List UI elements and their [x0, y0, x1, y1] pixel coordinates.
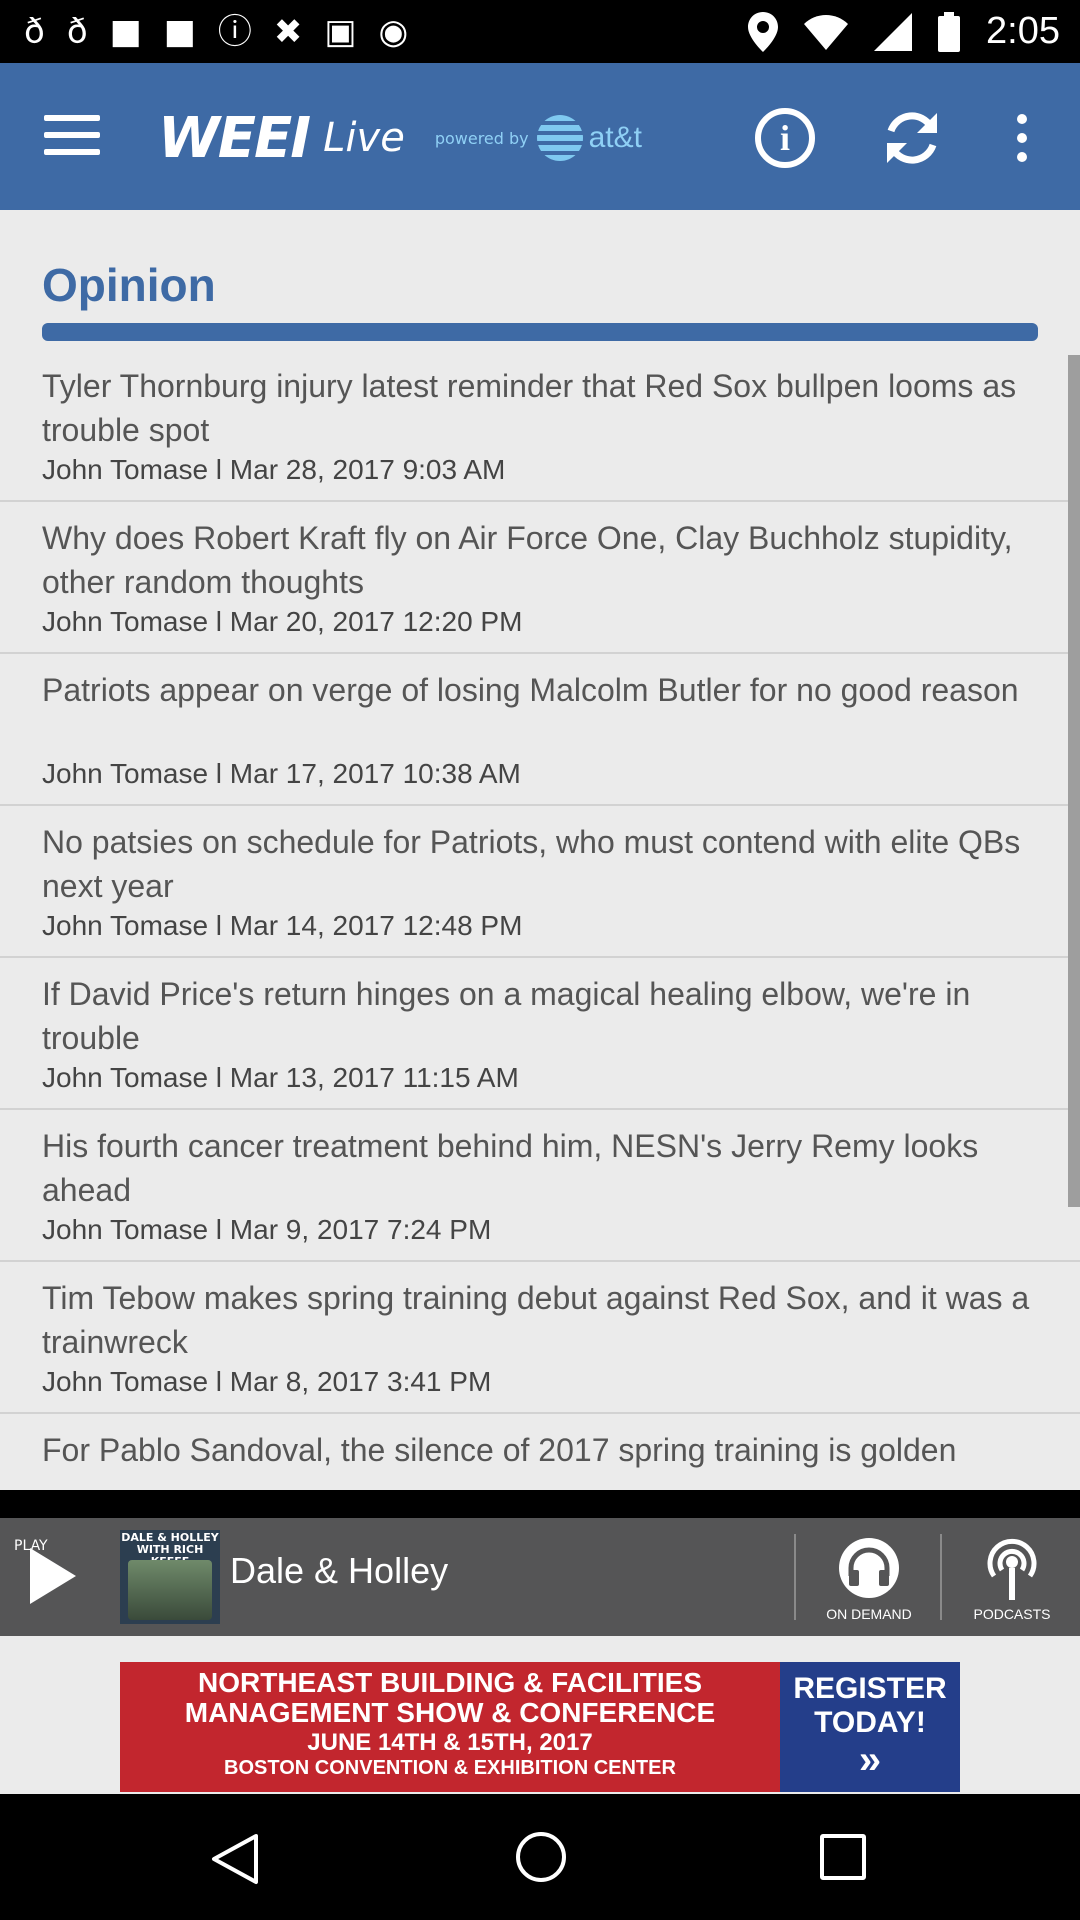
article-title: His fourth cancer treatment behind him, … — [42, 1128, 979, 1208]
clock: 2:05 — [986, 10, 1060, 52]
wifi-icon — [804, 14, 849, 50]
article-meta: John Tomase l Mar 28, 2017 9:03 AM — [42, 454, 506, 485]
article-list: Tyler Thornburg injury latest reminder t… — [0, 350, 1080, 1490]
fake-gps-icon: ✖ — [273, 12, 303, 52]
list-item[interactable]: Tim Tebow makes spring training debut ag… — [0, 1262, 1080, 1414]
hamburger-menu-icon[interactable] — [44, 115, 100, 159]
headphones-icon — [839, 1538, 899, 1598]
battery-icon — [938, 11, 961, 52]
article-title: For Pablo Sandoval, the silence of 2017 … — [42, 1432, 957, 1468]
ad-area: NORTHEAST BUILDING & FACILITIES MANAGEME… — [0, 1636, 1080, 1794]
article-title: Why does Robert Kraft fly on Air Force O… — [42, 520, 1013, 600]
list-item[interactable]: Why does Robert Kraft fly on Air Force O… — [0, 502, 1080, 654]
article-title: No patsies on schedule for Patriots, who… — [42, 824, 1021, 904]
blank-square-icon: ■ — [163, 12, 196, 52]
section-title: Opinion — [42, 259, 216, 311]
section-underline — [42, 323, 1038, 341]
article-title: Tim Tebow makes spring training debut ag… — [42, 1280, 1030, 1360]
android-icon: ◉ — [378, 12, 409, 52]
player-bar: PLAY DALE & HOLLEY WITH RICH KEEFE Dale … — [0, 1518, 1080, 1636]
scrollbar[interactable] — [1068, 355, 1080, 1207]
ad-cta[interactable]: REGISTER TODAY! » — [780, 1662, 960, 1792]
system-icons: 2:05 — [748, 0, 1060, 63]
info-icon[interactable]: i — [750, 103, 820, 173]
list-item[interactable]: Tyler Thornburg injury latest reminder t… — [0, 350, 1080, 502]
podcasts-label: PODCASTS — [973, 1606, 1051, 1622]
on-demand-button[interactable]: ON DEMAND — [796, 1518, 942, 1636]
notification-icons: ð ð ■ ■ ⓘ ✖ ▣ ◉ — [24, 10, 408, 54]
article-meta: John Tomase l Mar 20, 2017 12:20 PM — [42, 606, 523, 637]
play-icon — [30, 1548, 76, 1604]
recent-apps-icon[interactable] — [820, 1834, 866, 1880]
weei-live-logo: WEEI Live powered by at&t — [158, 103, 642, 173]
facebook-icon: ð — [66, 12, 88, 52]
article-title: If David Price's return hinges on a magi… — [42, 976, 971, 1056]
brand-live: Live — [323, 115, 405, 161]
location-pin-icon — [748, 11, 779, 52]
show-name: Dale & Holley — [230, 1550, 449, 1591]
article-meta: John Tomase l Mar 17, 2017 10:38 AM — [42, 758, 521, 789]
list-item[interactable]: If David Price's return hinges on a magi… — [0, 958, 1080, 1110]
list-item[interactable]: No patsies on schedule for Patriots, who… — [0, 806, 1080, 958]
powered-by-label: powered by — [434, 128, 529, 148]
article-meta: John Tomase l Mar 13, 2017 11:15 AM — [42, 1062, 519, 1093]
divider — [940, 1534, 942, 1620]
ad-line-1: NORTHEAST BUILDING & FACILITIES — [198, 1667, 702, 1698]
content-area: Opinion Tyler Thornburg injury latest re… — [0, 210, 1080, 1490]
home-icon[interactable] — [516, 1832, 566, 1882]
play-button[interactable]: PLAY — [0, 1518, 110, 1636]
blank-square-icon: ■ — [109, 12, 142, 52]
show-thumbnail[interactable]: DALE & HOLLEY WITH RICH KEEFE — [120, 1530, 220, 1624]
status-bar: ð ð ■ ■ ⓘ ✖ ▣ ◉ 2:05 — [0, 0, 1080, 63]
brand-weei: WEEI — [158, 105, 311, 171]
article-meta: John Tomase l Mar 9, 2017 7:24 PM — [42, 1214, 492, 1245]
ad-banner[interactable]: NORTHEAST BUILDING & FACILITIES MANAGEME… — [120, 1662, 960, 1792]
podcasts-button[interactable]: PODCASTS — [944, 1518, 1080, 1636]
att-label: at&t — [588, 121, 642, 154]
article-title: Tyler Thornburg injury latest reminder t… — [42, 368, 1017, 448]
app-bar: WEEI Live powered by at&t i — [0, 63, 1080, 210]
ad-line-2: MANAGEMENT SHOW & CONFERENCE — [184, 1697, 716, 1728]
hosts-photo — [128, 1560, 212, 1620]
navigation-bar — [0, 1794, 1080, 1920]
overflow-menu-icon[interactable] — [1000, 103, 1044, 173]
podcast-icon — [987, 1538, 1037, 1600]
list-item[interactable]: For Pablo Sandoval, the silence of 2017 … — [0, 1414, 1080, 1490]
double-chevron-icon: » — [858, 1738, 882, 1782]
article-meta: John Tomase l Mar 14, 2017 12:48 PM — [42, 910, 523, 941]
register-label: REGISTER TODAY! — [793, 1672, 947, 1739]
ad-line-4: BOSTON CONVENTION & EXHIBITION CENTER — [224, 1757, 676, 1779]
list-item[interactable]: His fourth cancer treatment behind him, … — [0, 1110, 1080, 1262]
ad-text: NORTHEAST BUILDING & FACILITIES MANAGEME… — [120, 1662, 780, 1792]
signal-icon — [874, 12, 913, 51]
back-icon[interactable] — [210, 1832, 260, 1886]
on-demand-label: ON DEMAND — [826, 1606, 912, 1622]
lock-icon: ▣ — [324, 12, 357, 52]
facebook-icon: ð — [24, 12, 45, 52]
article-meta: John Tomase l Mar 8, 2017 3:41 PM — [42, 1366, 492, 1397]
article-title: Patriots appear on verge of losing Malco… — [42, 672, 1019, 708]
ad-line-3: JUNE 14TH & 15TH, 2017 — [307, 1729, 593, 1756]
info-circle-icon: ⓘ — [217, 12, 252, 52]
att-globe-icon — [536, 115, 583, 161]
refresh-icon[interactable] — [877, 103, 947, 173]
list-item[interactable]: Patriots appear on verge of losing Malco… — [0, 654, 1080, 806]
